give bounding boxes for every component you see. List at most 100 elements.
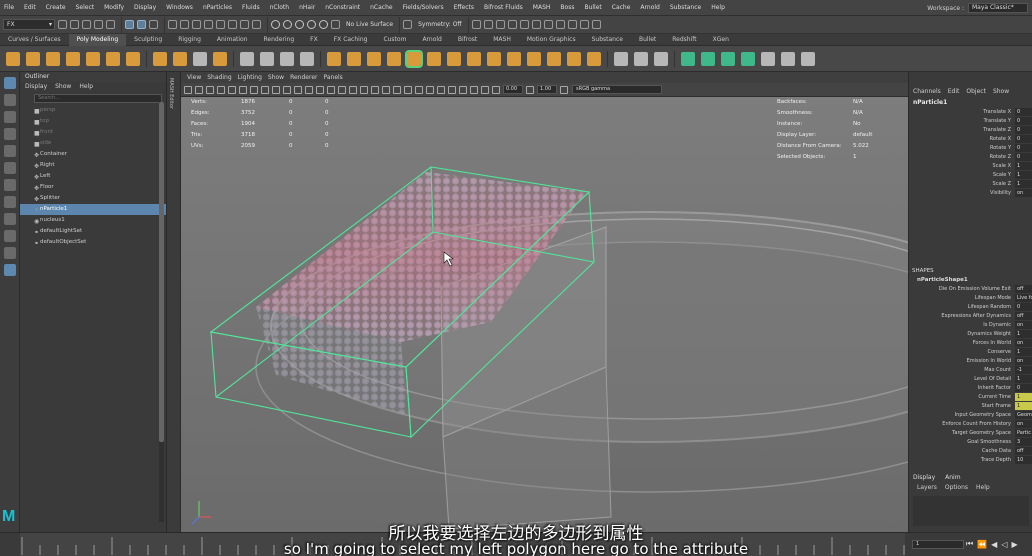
mash-editor-strip[interactable]: MASH Editor xyxy=(167,72,181,532)
menu-nconstraint[interactable]: nConstraint xyxy=(325,4,360,11)
redo-icon[interactable] xyxy=(106,20,115,29)
screen-space-ao-icon[interactable] xyxy=(404,85,412,94)
channel-row[interactable]: Conserve 1 xyxy=(909,348,1032,357)
shelf-tab-bullet[interactable]: Bullet xyxy=(631,34,664,46)
channel-value-field[interactable]: Partic xyxy=(1015,429,1032,437)
channel-value-field[interactable]: 3 xyxy=(1015,438,1032,446)
channel-name[interactable]: Inherit Factor xyxy=(978,384,1011,393)
channel-value-field[interactable]: on xyxy=(1015,357,1032,365)
channel-name[interactable]: Translate Z xyxy=(983,126,1011,135)
select-component-icon[interactable] xyxy=(149,20,158,29)
outliner-item[interactable]: ◉ nucleus1 xyxy=(20,215,166,226)
undo-icon[interactable] xyxy=(94,20,103,29)
menu-fields-solvers[interactable]: Fields/Solvers xyxy=(403,4,444,11)
multisample-aa-icon[interactable] xyxy=(426,85,434,94)
outliner-item[interactable]: ⚭ defaultLightSet xyxy=(20,226,166,237)
subdiv-proxy-icon[interactable] xyxy=(240,51,254,66)
channel-row[interactable]: Lifespan Random 0 xyxy=(909,303,1032,312)
snap-live-icon[interactable] xyxy=(319,20,328,29)
menu-boss[interactable]: Boss xyxy=(560,4,574,11)
gamma-field[interactable]: 1.00 xyxy=(537,85,557,94)
menu-edit[interactable]: Edit xyxy=(24,4,36,11)
symmetry-icon[interactable] xyxy=(403,20,413,29)
channel-row[interactable]: Inherit Factor 0 xyxy=(909,384,1032,393)
channel-row[interactable]: Input Geometry Space Geom xyxy=(909,411,1032,420)
menu-file[interactable]: File xyxy=(4,4,14,11)
channel-name[interactable]: Lifespan Mode xyxy=(975,294,1011,303)
menu-ncache[interactable]: nCache xyxy=(370,4,392,11)
shelf-tab-bifrost[interactable]: Bifrost xyxy=(450,34,485,46)
knife-icon[interactable] xyxy=(614,51,628,66)
perspective-viewport[interactable]: Verts: 1876 0 0 Edges: 3752 0 0 Faces: 1904 0 0 Tris… xyxy=(181,97,908,532)
channel-row[interactable]: Rotate X 0 xyxy=(909,135,1032,144)
poly-torus-icon[interactable] xyxy=(86,51,100,66)
menu-nparticles[interactable]: nParticles xyxy=(203,4,232,11)
wireframe-on-shaded-icon[interactable] xyxy=(360,85,368,94)
channel-name[interactable]: Visibility xyxy=(990,189,1011,198)
multi-cut-icon[interactable] xyxy=(547,51,561,66)
outliner-item[interactable]: ■ top xyxy=(20,116,166,127)
outliner-item[interactable]: ✥ Right xyxy=(20,160,166,171)
platonic-solid-icon[interactable] xyxy=(153,51,167,66)
shelf-tab-animation[interactable]: Animation xyxy=(209,34,256,46)
channel-row[interactable]: Forces In World on xyxy=(909,339,1032,348)
channel-name[interactable]: Scale Z xyxy=(993,180,1011,189)
custom-layout-icon[interactable] xyxy=(3,264,16,276)
poly-disc-icon[interactable] xyxy=(126,51,140,66)
menu-modify[interactable]: Modify xyxy=(104,4,124,11)
smooth-icon[interactable] xyxy=(260,51,274,66)
layer-menu-help[interactable]: Help xyxy=(976,484,990,491)
channel-value-field[interactable]: 0 xyxy=(1015,108,1032,116)
target-weld-icon[interactable] xyxy=(567,51,581,66)
channel-name[interactable]: Die On Emission Volume Exit xyxy=(939,285,1011,294)
grid-icon[interactable] xyxy=(250,85,258,94)
channel-row[interactable]: Dynamics Weight 1 xyxy=(909,330,1032,339)
outliner-item[interactable]: ✥ Container xyxy=(20,149,166,160)
outliner-item[interactable]: ⁘ nParticle1 xyxy=(20,204,166,215)
channel-row[interactable]: Start Frame 1 xyxy=(909,402,1032,411)
channel-name[interactable]: Target Geometry Space xyxy=(952,429,1011,438)
merge-icon[interactable] xyxy=(447,51,461,66)
menu-ncloth[interactable]: nCloth xyxy=(270,4,290,11)
channel-value-field[interactable]: off xyxy=(1015,285,1032,293)
channel-value-field[interactable]: 1 xyxy=(1015,402,1032,410)
menu-fluids[interactable]: Fluids xyxy=(242,4,260,11)
outliner-menu-help[interactable]: Help xyxy=(79,82,93,92)
2d-pan-zoom-icon[interactable] xyxy=(228,85,236,94)
channel-name[interactable]: Translate Y xyxy=(984,117,1011,126)
viewport-menu-view[interactable]: View xyxy=(187,74,201,81)
channel-name[interactable]: Scale Y xyxy=(993,171,1011,180)
viewport-menu-panels[interactable]: Panels xyxy=(323,74,342,81)
menu-arnold[interactable]: Arnold xyxy=(640,4,659,11)
shelf-tab-sculpting[interactable]: Sculpting xyxy=(126,34,170,46)
workspace-dropdown[interactable]: Maya Classic* xyxy=(968,3,1028,13)
grease-pencil-icon[interactable] xyxy=(239,85,247,94)
channel-name[interactable]: Current Time xyxy=(978,393,1011,402)
live-surface-label[interactable]: No Live Surface xyxy=(346,21,393,28)
exposure-icon[interactable] xyxy=(492,85,500,94)
spherical-mapping-icon[interactable] xyxy=(721,51,735,66)
layer-tab-display[interactable]: Display xyxy=(913,474,935,481)
channel-name[interactable]: Goal Smoothness xyxy=(967,438,1011,447)
channel-name[interactable]: Level Of Detail xyxy=(974,375,1011,384)
uv-toolkit-icon[interactable] xyxy=(801,51,815,66)
field-chart-icon[interactable] xyxy=(294,85,302,94)
booleans-icon[interactable] xyxy=(327,51,341,66)
triangulate-icon[interactable] xyxy=(487,51,501,66)
poly-plane-icon[interactable] xyxy=(106,51,120,66)
channel-name[interactable]: Start Frame xyxy=(982,402,1011,411)
single-view-layout-icon[interactable] xyxy=(3,196,16,208)
use-all-lights-icon[interactable] xyxy=(382,85,390,94)
channel-row[interactable]: Scale Z 1 xyxy=(909,180,1032,189)
scale-tool-icon[interactable] xyxy=(3,162,16,174)
auto-mapping-icon[interactable] xyxy=(741,51,755,66)
menu-effects[interactable]: Effects xyxy=(454,4,474,11)
menu-nhair[interactable]: nHair xyxy=(299,4,315,11)
channel-name[interactable]: Lifespan Random xyxy=(968,303,1011,312)
cylindrical-mapping-icon[interactable] xyxy=(701,51,715,66)
menu-cache[interactable]: Cache xyxy=(612,4,631,11)
channel-value-field[interactable]: on xyxy=(1015,420,1032,428)
shelf-tab-mash[interactable]: MASH xyxy=(485,34,519,46)
save-scene-icon[interactable] xyxy=(82,20,91,29)
channel-value-field[interactable]: 0 xyxy=(1015,384,1032,392)
